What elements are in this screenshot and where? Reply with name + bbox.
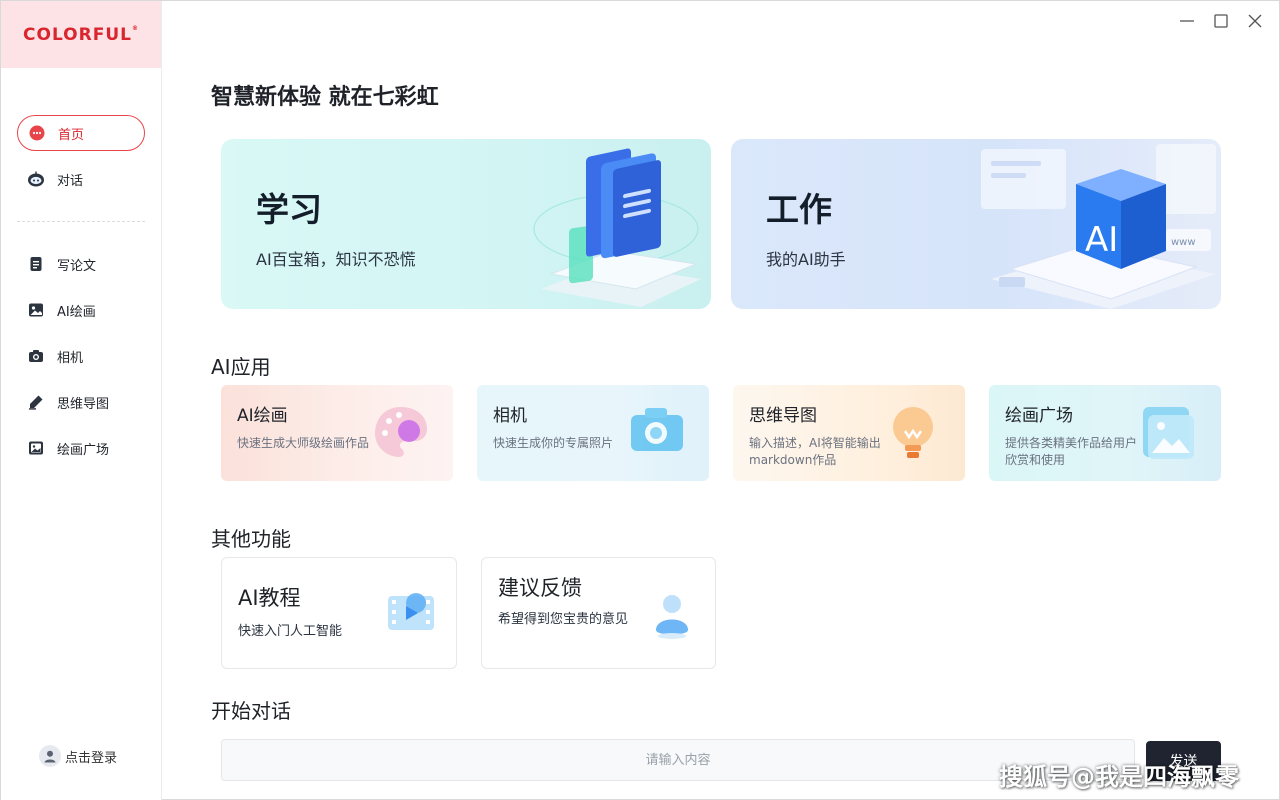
card-desc: 快速入门人工智能 <box>238 624 343 639</box>
sidebar-item-label: 写论文 <box>57 258 97 274</box>
picture-folder-icon <box>1143 407 1194 459</box>
ai-cube-illustration-icon: AI www <box>981 144 1216 309</box>
watermark-text: 搜狐号@我是四海飘零 <box>999 763 1239 791</box>
sidebar-item-camera[interactable]: 相机 <box>17 338 145 374</box>
hero-card-study[interactable]: 学习 AI百宝箱，知识不恐慌 <box>221 139 711 309</box>
sidebar-divider <box>17 221 145 222</box>
hero-subtitle: AI百宝箱，知识不恐慌 <box>256 250 416 269</box>
feature-card-feedback[interactable]: 建议反馈 希望得到您宝贵的意见 <box>481 557 716 669</box>
chat-input[interactable] <box>221 739 1135 781</box>
sidebar-item-label: 首页 <box>58 127 85 143</box>
page-title: 智慧新体验 就在七彩虹 <box>211 85 439 110</box>
hero-title: 学习 <box>256 190 322 229</box>
card-title: AI教程 <box>238 586 301 610</box>
palette-icon <box>375 407 427 457</box>
app-card-ai-drawing[interactable]: AI绘画 快速生成大师级绘画作品 <box>221 385 453 481</box>
app-card-camera[interactable]: 相机 快速生成你的专属照片 <box>477 385 709 481</box>
video-icon <box>388 593 434 630</box>
card-desc: 输入描述，AI将智能输出markdown作品 <box>749 436 881 467</box>
card-desc: 提供各类精美作品给用户欣赏和使用 <box>1005 436 1138 467</box>
sidebar: COLORFUL® 首页 对话 写论文 AI绘画 相机 思维导图 绘画广场 点击… <box>1 1 162 800</box>
gallery-icon <box>27 439 45 457</box>
card-title: AI绘画 <box>237 406 288 426</box>
logo-text: COLORFUL® <box>23 24 139 45</box>
sidebar-item-home[interactable]: 首页 <box>17 115 145 151</box>
sidebar-item-write-paper[interactable]: 写论文 <box>17 246 145 282</box>
app-window: COLORFUL® 首页 对话 写论文 AI绘画 相机 思维导图 绘画广场 点击… <box>0 0 1280 800</box>
app-card-mind-map[interactable]: 思维导图 输入描述，AI将智能输出markdown作品 <box>733 385 965 481</box>
user-icon <box>656 595 688 639</box>
section-title-ai-apps: AI应用 <box>211 355 271 379</box>
camera-icon <box>27 347 45 365</box>
login-label: 点击登录 <box>65 750 118 766</box>
sidebar-item-gallery[interactable]: 绘画广场 <box>17 430 145 466</box>
camera-icon <box>631 408 683 451</box>
sidebar-item-label: 思维导图 <box>57 396 110 412</box>
window-controls <box>1177 11 1265 31</box>
sidebar-item-label: AI绘画 <box>57 304 96 320</box>
www-tag-text: www <box>1171 237 1196 248</box>
sidebar-item-label: 绘画广场 <box>57 442 110 458</box>
home-dots-icon <box>28 124 46 142</box>
close-icon[interactable] <box>1245 11 1265 31</box>
card-title: 绘画广场 <box>1005 406 1073 426</box>
hero-title: 工作 <box>766 190 832 229</box>
sidebar-item-label: 对话 <box>57 173 84 189</box>
logo: COLORFUL® <box>1 1 161 68</box>
feature-card-ai-tutorial[interactable]: AI教程 快速入门人工智能 <box>221 557 457 669</box>
app-card-gallery[interactable]: 绘画广场 提供各类精美作品给用户欣赏和使用 <box>989 385 1221 481</box>
minimize-icon[interactable] <box>1177 11 1197 31</box>
image-icon <box>27 301 45 319</box>
lightbulb-icon <box>893 407 933 458</box>
sidebar-item-label: 相机 <box>57 350 84 366</box>
avatar <box>39 745 61 767</box>
document-icon <box>27 255 45 273</box>
card-desc: 快速生成大师级绘画作品 <box>237 436 370 450</box>
hero-card-work[interactable]: 工作 我的AI助手 AI www <box>731 139 1221 309</box>
card-desc: 希望得到您宝贵的意见 <box>498 612 629 627</box>
login-button[interactable]: 点击登录 <box>39 745 117 767</box>
card-title: 建议反馈 <box>498 576 582 600</box>
card-title: 思维导图 <box>749 406 817 426</box>
robot-icon <box>27 170 45 188</box>
card-desc: 快速生成你的专属照片 <box>493 436 614 450</box>
section-title-other: 其他功能 <box>211 527 291 551</box>
sidebar-item-chat[interactable]: 对话 <box>17 161 145 197</box>
card-title: 相机 <box>493 406 527 426</box>
sidebar-item-mind-map[interactable]: 思维导图 <box>17 384 145 420</box>
section-title-chat: 开始对话 <box>211 699 291 723</box>
ai-cube-text: AI <box>1085 220 1118 260</box>
maximize-icon[interactable] <box>1211 11 1231 31</box>
sidebar-item-ai-drawing[interactable]: AI绘画 <box>17 292 145 328</box>
hero-subtitle: 我的AI助手 <box>766 250 846 269</box>
books-illustration-icon <box>533 148 701 307</box>
pen-icon <box>27 393 45 411</box>
